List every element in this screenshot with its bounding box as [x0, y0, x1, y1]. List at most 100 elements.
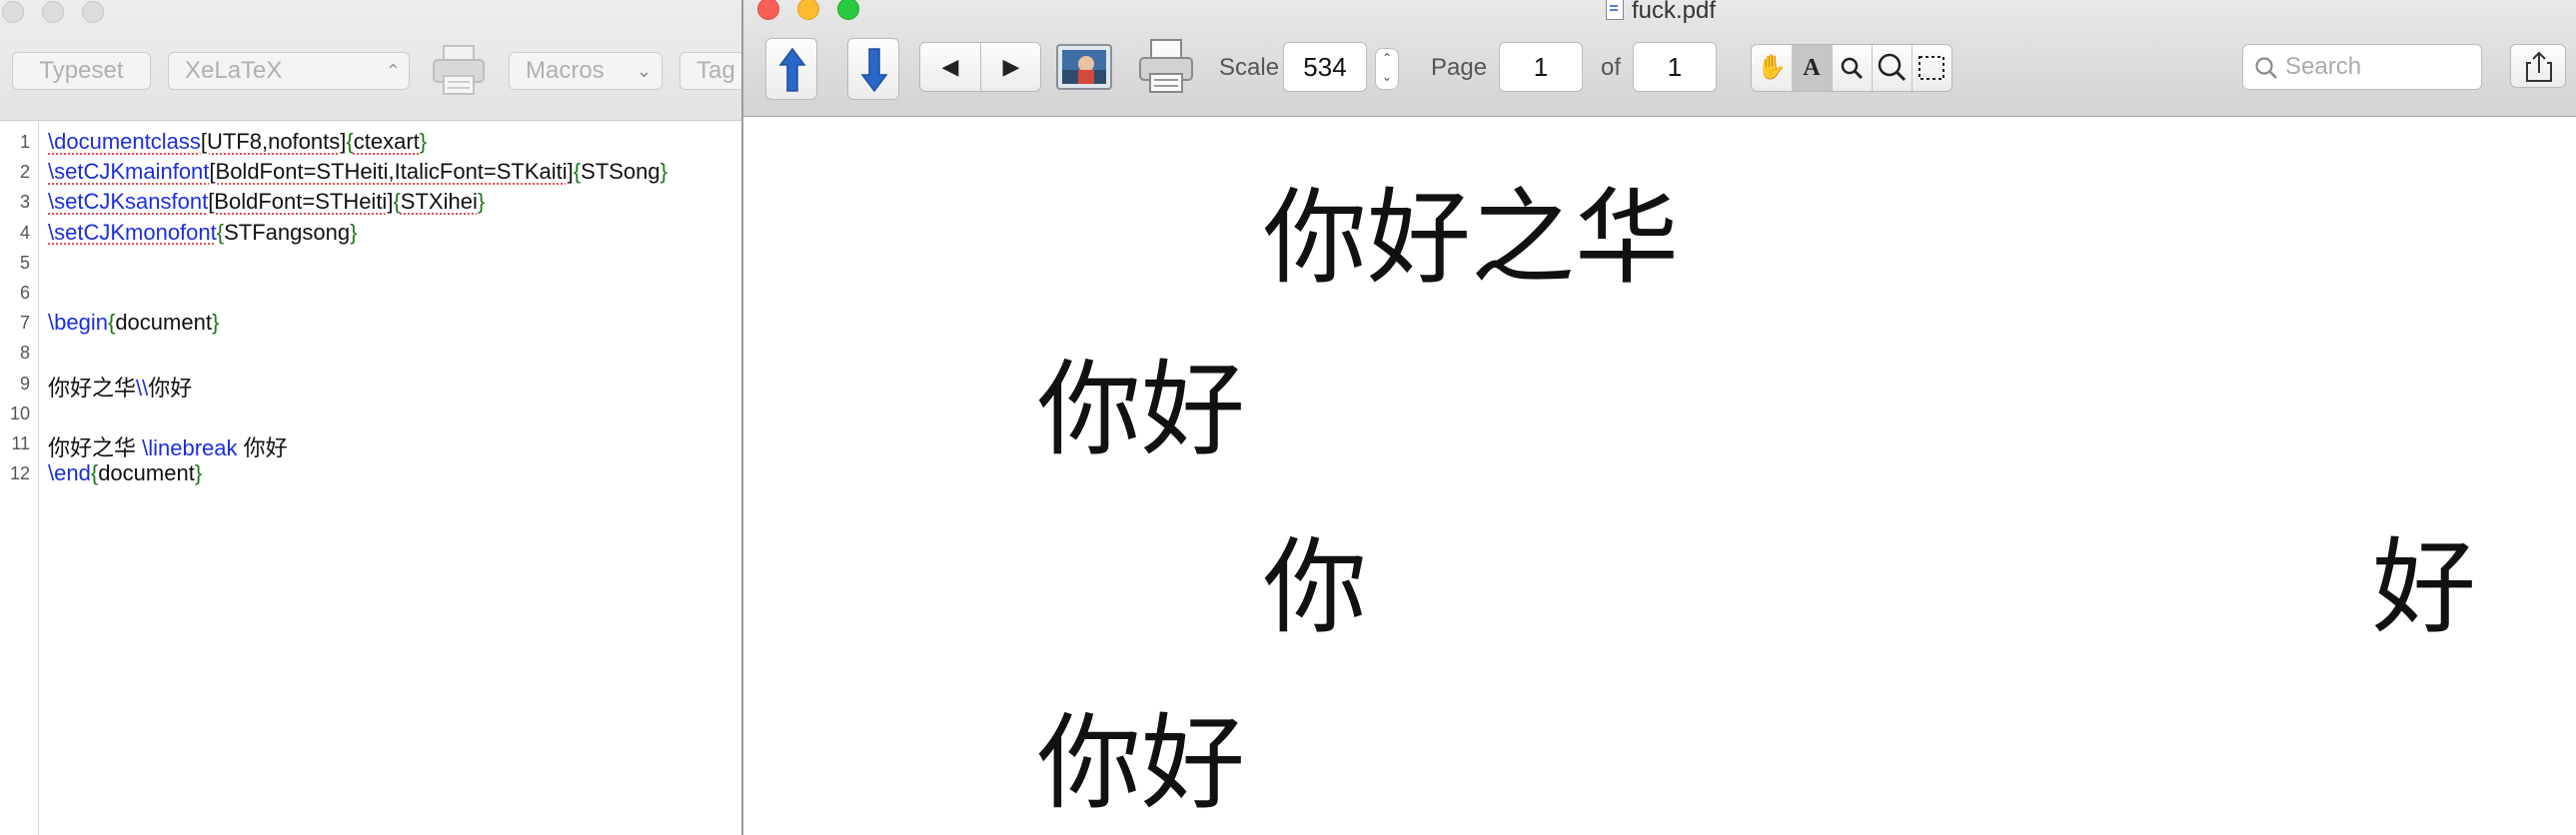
- line-number: 10: [9, 403, 30, 423]
- updown-chevron-icon: ⌃: [385, 61, 401, 81]
- brace: }: [419, 129, 428, 154]
- line-number: 5: [19, 252, 30, 273]
- code-line: \setCJKmonofont{STFangsong}: [48, 220, 357, 246]
- brace: }: [659, 159, 667, 185]
- code-line: \setCJKsansfont[BoldFont=STHeiti]{STXihe…: [48, 189, 485, 215]
- print-icon[interactable]: [430, 40, 488, 98]
- search-placeholder: Search: [2285, 53, 2362, 80]
- code-text: document: [115, 310, 212, 336]
- line-number: 4: [19, 222, 30, 243]
- code-text: 你好之华: [48, 375, 137, 401]
- code-text: 你好: [148, 375, 193, 401]
- latex-command: \documentclass: [48, 129, 201, 154]
- marquee-select-icon[interactable]: [1912, 45, 1951, 91]
- code-line: \setCJKmainfont[BoldFont=STHeiti,ItalicF…: [48, 159, 667, 185]
- line-number-gutter: 1 2 3 4 5 6 7 8 9 10 11 12: [0, 121, 39, 835]
- of-label: of: [1601, 54, 1622, 81]
- down-arrow-icon: [860, 48, 888, 93]
- back-forward-group: ◀ ▶: [919, 42, 1041, 92]
- line-number: 12: [9, 463, 30, 484]
- code-text: 你好: [237, 435, 288, 460]
- brace: }: [211, 310, 220, 336]
- code-line: \begin{document}: [48, 310, 219, 336]
- source-editor-window: Typeset XeLaTeX ⌃ Macros ⌄ Tag 123456789…: [0, 0, 769, 835]
- brace: }: [194, 460, 203, 486]
- code-line: \documentclass[UTF8,nofonts]{ctexart}: [48, 129, 427, 155]
- line-number: 2: [19, 162, 30, 183]
- pdf-preview-window: fuck.pdf ◀ ▶ Scale 534 ⌃ ⌃ Page 1 of 1 ✋…: [741, 0, 2576, 835]
- code-text: ctexart: [353, 129, 420, 154]
- editor-toolbar: Typeset XeLaTeX ⌃ Macros ⌄ Tag: [0, 0, 769, 121]
- stepper-up-icon[interactable]: ⌃: [1376, 49, 1398, 67]
- next-page-button[interactable]: [847, 38, 899, 100]
- scale-stepper[interactable]: ⌃ ⌃: [1375, 48, 1399, 90]
- code-line: 你好之华 \linebreak 你好: [48, 430, 288, 462]
- pdf-text-line-3-right: 好: [2372, 526, 2477, 648]
- pdf-text-line-4: 你好: [1037, 702, 1246, 824]
- code-text: STFangsong: [224, 219, 351, 245]
- page-label: Page: [1431, 54, 1488, 81]
- line-number: 3: [19, 192, 30, 213]
- macros-select[interactable]: Macros ⌄: [509, 52, 662, 90]
- print-icon[interactable]: [1137, 36, 1195, 96]
- page-number-input[interactable]: 1: [1499, 42, 1583, 92]
- line-number: 9: [19, 373, 30, 394]
- code-line: 你好之华\\你好: [48, 371, 192, 403]
- code-text: [UTF8,nofonts]: [200, 129, 347, 154]
- scale-label: Scale: [1219, 54, 1280, 81]
- engine-select-value: XeLaTeX: [185, 57, 283, 84]
- engine-select[interactable]: XeLaTeX ⌃: [168, 52, 410, 90]
- editor-minimize-button[interactable]: [42, 1, 64, 23]
- pdf-document-icon: [1605, 0, 1624, 20]
- code-line: \end{document}: [48, 460, 202, 486]
- zoom-tool-icon[interactable]: [1872, 45, 1912, 91]
- brace: {: [216, 219, 225, 245]
- macros-select-label: Macros: [526, 57, 605, 84]
- back-arrow-icon[interactable]: ◀: [920, 43, 980, 91]
- search-input[interactable]: Search: [2242, 44, 2482, 90]
- share-icon: [2526, 51, 2552, 82]
- pdf-page-view[interactable]: 你好之华 你好 你 好 你好: [743, 117, 2576, 835]
- share-button[interactable]: [2510, 44, 2566, 88]
- magnifying-glass-icon[interactable]: [1832, 45, 1872, 91]
- brace: {: [393, 189, 401, 215]
- latex-command: \linebreak: [142, 435, 238, 460]
- code-text: document: [98, 460, 195, 486]
- typeset-button[interactable]: Typeset: [12, 52, 151, 90]
- line-number: 11: [11, 433, 30, 453]
- latex-command: \setCJKmainfont: [48, 159, 210, 185]
- latex-command: \begin: [48, 310, 108, 336]
- stepper-down-icon[interactable]: ⌃: [1376, 67, 1398, 85]
- pdf-text-line-1: 你好之华: [1263, 177, 1680, 299]
- previous-page-button[interactable]: [765, 38, 817, 100]
- window-title: fuck.pdf: [743, 0, 2576, 25]
- typeset-button-label: Typeset: [39, 57, 124, 84]
- select-text-tool-icon[interactable]: A: [1792, 45, 1832, 91]
- code-text: [BoldFont=STHeiti,ItalicFont=STKaiti]: [209, 159, 574, 185]
- window-title-text: fuck.pdf: [1631, 0, 1717, 24]
- pdf-text-line-3-left: 你: [1263, 526, 1368, 648]
- pdf-toolbar: fuck.pdf ◀ ▶ Scale 534 ⌃ ⌃ Page 1 of 1 ✋…: [743, 0, 2576, 117]
- latex-command: \setCJKsansfont: [48, 189, 209, 215]
- brace: }: [350, 219, 358, 245]
- image-icon[interactable]: [1056, 44, 1112, 90]
- latex-command: \setCJKmonofont: [48, 219, 217, 245]
- chevron-down-icon: ⌄: [636, 61, 651, 81]
- scale-input[interactable]: 534: [1283, 42, 1367, 92]
- brace: {: [346, 129, 354, 154]
- line-number: 1: [19, 132, 30, 152]
- forward-arrow-icon[interactable]: ▶: [981, 43, 1041, 91]
- search-icon: [2255, 57, 2277, 79]
- line-number: 7: [19, 313, 30, 334]
- editor-zoom-button[interactable]: [82, 1, 104, 23]
- brace: }: [477, 189, 486, 215]
- tags-select-label: Tag: [696, 57, 735, 84]
- hand-tool-icon[interactable]: ✋: [1752, 45, 1792, 91]
- page-count-field: 1: [1633, 42, 1717, 92]
- code-text: 你好之华: [48, 435, 143, 460]
- editor-close-button[interactable]: [2, 1, 24, 23]
- pdf-text-line-2: 你好: [1037, 349, 1246, 470]
- latex-command: \\: [136, 375, 149, 401]
- code-text: [BoldFont=STHeiti]: [208, 189, 394, 215]
- code-text: STXihei: [400, 189, 478, 215]
